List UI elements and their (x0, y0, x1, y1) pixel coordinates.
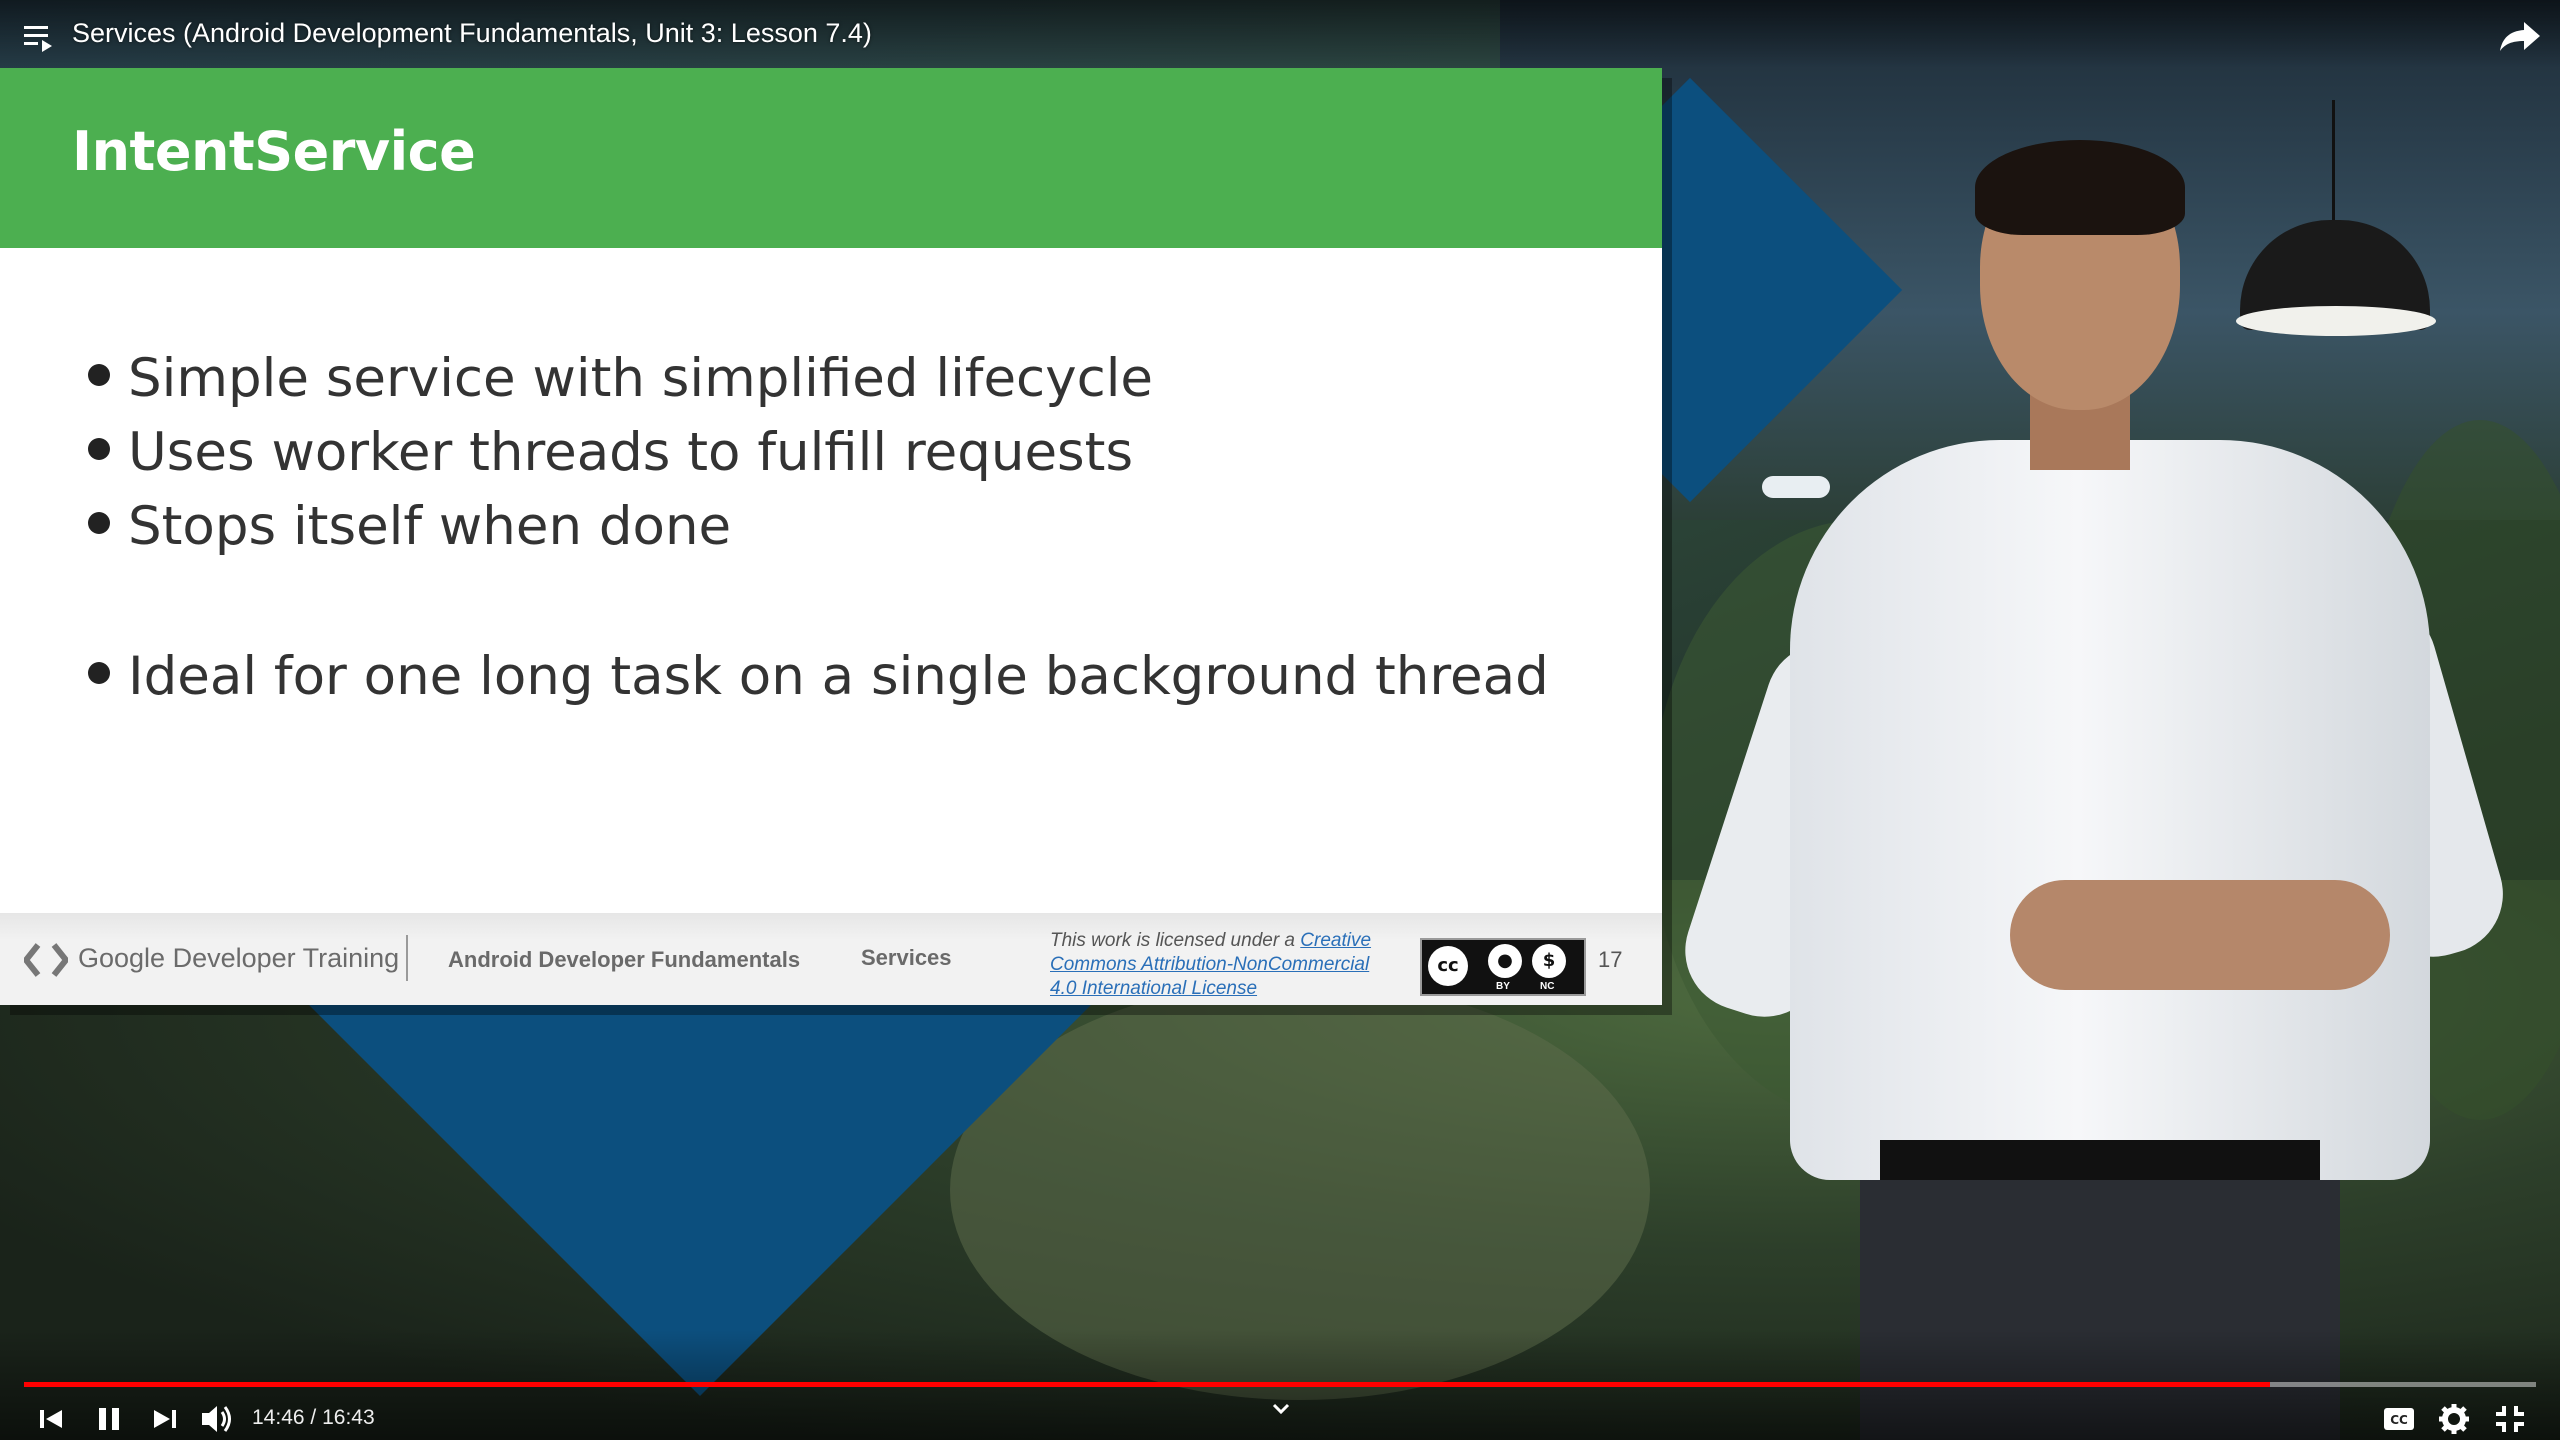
footer-topic: Services (861, 945, 952, 970)
svg-text:CC: CC (2390, 1413, 2408, 1427)
presentation-slide: IntentService Simple service with simpli… (0, 68, 1662, 1005)
progress-bar-played (24, 1382, 2270, 1387)
lamp-light (2236, 306, 2436, 336)
duration: 16:43 (322, 1406, 375, 1429)
slide-number: 17 (1598, 947, 1623, 972)
bullet-dot-icon (88, 512, 110, 535)
presenter-hands (2010, 880, 2390, 990)
current-time: 14:46 (252, 1406, 305, 1429)
time-display: 14:46 / 16:43 (252, 1406, 375, 1430)
slide-header: IntentService (0, 68, 1662, 248)
video-title[interactable]: Services (Android Development Fundamenta… (72, 18, 872, 49)
playlist-icon[interactable] (22, 22, 58, 54)
gear-icon[interactable] (2434, 1396, 2474, 1440)
slide-bullet: Stops itself when done (88, 496, 731, 557)
pause-icon[interactable] (92, 1396, 126, 1440)
footer-course: Android Developer Fundamentals (448, 947, 801, 972)
non-commercial-icon: $ (1532, 944, 1566, 978)
time-separator: / (310, 1406, 317, 1429)
presenter-shirt (1790, 440, 2430, 1180)
license-link: Commons Attribution-NonCommercial (1050, 954, 1370, 975)
skip-previous-icon[interactable] (34, 1396, 68, 1440)
bullet-dot-icon (88, 364, 110, 387)
slide-bullet: Uses worker threads to fulfill requests (88, 422, 1133, 483)
presenter-hair (1975, 140, 2185, 235)
footer-divider (406, 935, 408, 981)
chevron-down-icon[interactable] (1266, 1394, 1296, 1424)
footer-license: This work is licensed under a Creative C… (1050, 930, 1372, 999)
video-frame[interactable]: IntentService Simple service with simpli… (0, 0, 2560, 1440)
lamp-cord (2332, 100, 2335, 230)
slide-footer: Google Developer Training Android Develo… (0, 913, 1662, 1005)
license-link: 4.0 International License (1050, 978, 1258, 999)
google-developers-logo-icon (24, 943, 68, 977)
footer-brand: Google Developer Training (78, 943, 400, 973)
skip-next-icon[interactable] (148, 1396, 182, 1440)
cc-license-badge: cc ● $ BY NC (1420, 938, 1586, 996)
progress-bar[interactable] (24, 1382, 2536, 1387)
license-link: Creative (1300, 930, 1372, 951)
player-control-bar: 14:46 / 16:43 CC (0, 1330, 2560, 1440)
bullet-dot-icon (88, 662, 110, 685)
captions-icon[interactable]: CC (2380, 1396, 2420, 1440)
slide-title: IntentService (72, 120, 476, 183)
share-icon[interactable] (2498, 18, 2542, 54)
ceiling-light (1762, 476, 1830, 498)
player-top-bar: Services (Android Development Fundamenta… (0, 0, 2560, 68)
slide-bullet: Ideal for one long task on a single back… (88, 646, 1549, 707)
cc-icon: cc (1428, 946, 1468, 986)
bullet-dot-icon (88, 438, 110, 461)
exit-fullscreen-icon[interactable] (2490, 1396, 2530, 1440)
volume-icon[interactable] (198, 1396, 238, 1440)
slide-bullet: Simple service with simplified lifecycle (88, 348, 1153, 409)
by-attribution-icon: ● (1488, 944, 1522, 978)
